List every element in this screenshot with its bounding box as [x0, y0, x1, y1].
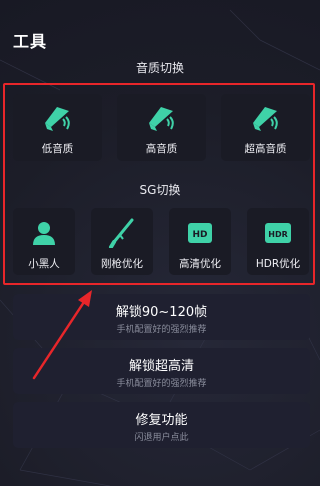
red-arrow-annotation: [32, 290, 92, 380]
